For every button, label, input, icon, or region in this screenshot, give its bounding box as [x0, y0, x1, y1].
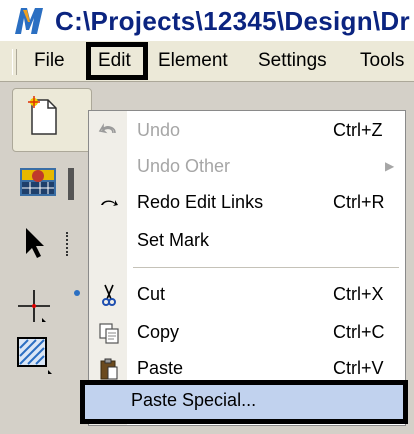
edit-menu-dropdown: Undo Ctrl+Z Undo Other ▶ Redo Edit Links…: [88, 110, 406, 426]
menu-file[interactable]: File: [34, 48, 65, 74]
submenu-arrow-icon: ▶: [385, 159, 395, 173]
menu-item-set-mark[interactable]: Set Mark: [89, 223, 405, 259]
menu-item-shortcut: Ctrl+X: [333, 284, 384, 304]
menu-item-label: Paste Special...: [131, 390, 257, 410]
toolbar-edge: [68, 168, 74, 200]
menu-item-redo-edit-links[interactable]: Redo Edit Links Ctrl+R: [89, 185, 405, 221]
menu-item-label: Redo Edit Links: [137, 192, 264, 212]
menu-item-label: Undo Other: [137, 156, 231, 176]
hatch-area-icon[interactable]: [14, 334, 54, 378]
menu-edit[interactable]: Edit: [98, 48, 131, 74]
menu-item-label: Set Mark: [137, 230, 210, 250]
menu-item-paste-special[interactable]: Paste Special...: [80, 380, 408, 424]
microstation-logo-icon: [15, 8, 43, 34]
menu-item-label: Cut: [137, 284, 166, 304]
crosshair-tool-icon[interactable]: [14, 286, 54, 326]
menu-item-label: Paste: [137, 358, 184, 378]
copy-icon: [99, 323, 119, 344]
toolbar-dot: [74, 290, 80, 296]
menu-item-copy[interactable]: Copy Ctrl+C: [89, 315, 405, 351]
scissors-icon: [102, 284, 116, 306]
menu-item-shortcut: Ctrl+Z: [333, 120, 383, 140]
project-explorer-icon[interactable]: [18, 162, 58, 202]
new-file-icon[interactable]: [26, 96, 60, 136]
title-bar: C:\Projects\12345\Design\Dr: [0, 0, 414, 40]
menu-item-shortcut: Ctrl+C: [333, 322, 385, 342]
undo-icon: [98, 123, 116, 134]
menu-item-label: Copy: [137, 322, 180, 342]
window-title: C:\Projects\12345\Design\Dr: [55, 6, 410, 36]
menu-item-shortcut: Ctrl+V: [333, 358, 384, 378]
menu-tools[interactable]: Tools: [360, 48, 404, 74]
menu-separator: [133, 267, 399, 268]
toolbar-separator: [66, 232, 71, 256]
select-element-icon[interactable]: [20, 226, 48, 262]
menu-item-shortcut: Ctrl+R: [333, 192, 385, 212]
clipboard-icon: [100, 358, 118, 380]
menu-settings[interactable]: Settings: [258, 48, 327, 74]
menu-item-undo-other[interactable]: Undo Other ▶: [89, 149, 405, 185]
menu-item-label: Undo: [137, 120, 181, 140]
menu-item-undo[interactable]: Undo Ctrl+Z: [89, 113, 405, 149]
menu-element[interactable]: Element: [158, 48, 228, 74]
menubar-grip[interactable]: [12, 49, 17, 75]
menu-item-cut[interactable]: Cut Ctrl+X: [89, 277, 405, 313]
redo-icon: [101, 200, 118, 206]
